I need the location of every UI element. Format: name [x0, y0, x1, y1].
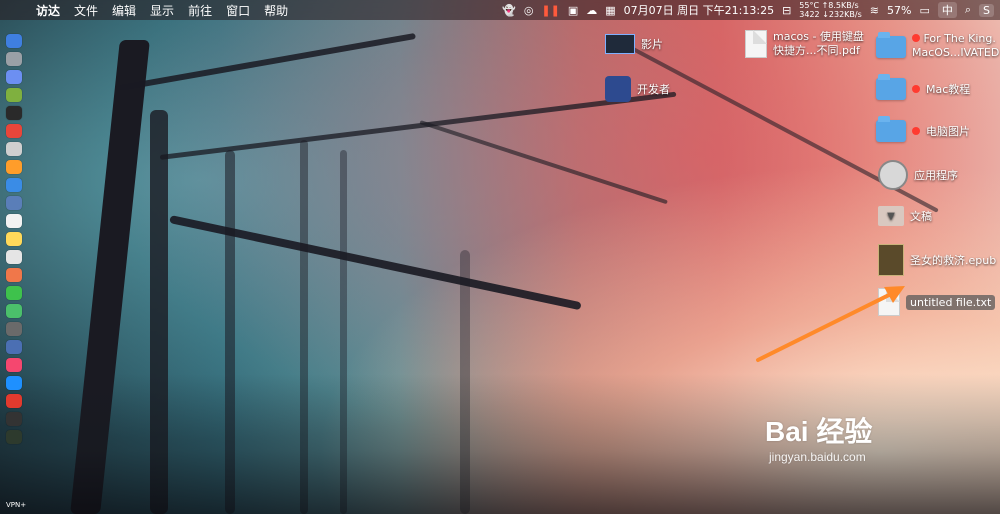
baidu-watermark: Bai 经验 jingyan.baidu.com	[765, 410, 872, 464]
watermark-main: Bai 经验	[765, 416, 873, 447]
watermark-sub: jingyan.baidu.com	[769, 450, 866, 464]
